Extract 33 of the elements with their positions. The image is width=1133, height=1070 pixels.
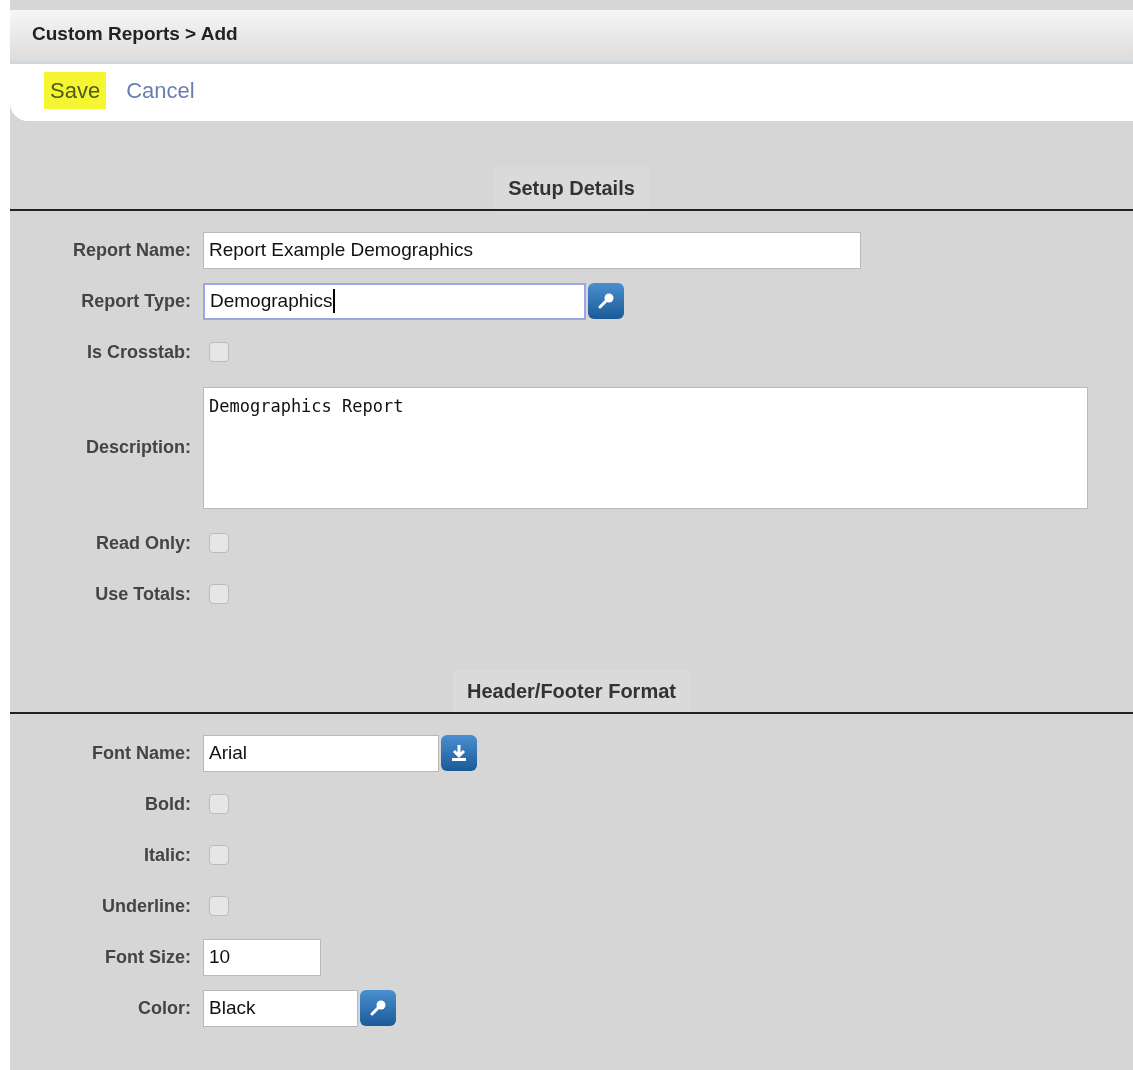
field-label: Description: bbox=[85, 436, 192, 459]
field-label: Font Name: bbox=[91, 741, 192, 765]
field-label: Underline: bbox=[101, 894, 192, 918]
input-field[interactable]: Report Example Demographics bbox=[203, 231, 861, 269]
checkbox[interactable] bbox=[209, 794, 229, 814]
description-textarea[interactable]: Demographics Report bbox=[203, 386, 1088, 509]
field-label: Font Size: bbox=[104, 945, 192, 969]
field-label: Report Name: bbox=[71, 238, 192, 262]
search-button[interactable] bbox=[360, 990, 396, 1026]
input-field[interactable]: Black bbox=[203, 989, 358, 1027]
checkbox[interactable] bbox=[209, 342, 229, 362]
section-heading: Setup Details bbox=[494, 166, 649, 209]
checkbox[interactable] bbox=[209, 584, 229, 604]
input-field[interactable]: Demographics bbox=[203, 282, 586, 320]
download-button[interactable] bbox=[441, 735, 477, 771]
field-label: Italic: bbox=[143, 843, 192, 867]
breadcrumb-title: Custom Reports > Add bbox=[32, 23, 238, 44]
save-link[interactable]: Save bbox=[44, 71, 107, 109]
checkbox[interactable] bbox=[209, 896, 229, 916]
download-icon bbox=[449, 742, 469, 764]
field-label: Report Type: bbox=[80, 289, 192, 313]
field-label: Is Crosstab: bbox=[85, 340, 192, 364]
cancel-link[interactable]: Cancel bbox=[120, 71, 201, 109]
checkbox[interactable] bbox=[209, 845, 229, 865]
input-field[interactable]: Arial bbox=[203, 734, 439, 772]
field-label: Read Only: bbox=[94, 531, 192, 555]
field-label: Color: bbox=[137, 996, 192, 1020]
field-label: Use Totals: bbox=[94, 582, 192, 606]
search-button[interactable] bbox=[588, 283, 624, 319]
field-label: Bold: bbox=[144, 792, 192, 816]
section-heading: Header/Footer Format bbox=[453, 669, 690, 712]
input-field[interactable]: 10 bbox=[203, 938, 321, 976]
checkbox[interactable] bbox=[209, 533, 229, 553]
